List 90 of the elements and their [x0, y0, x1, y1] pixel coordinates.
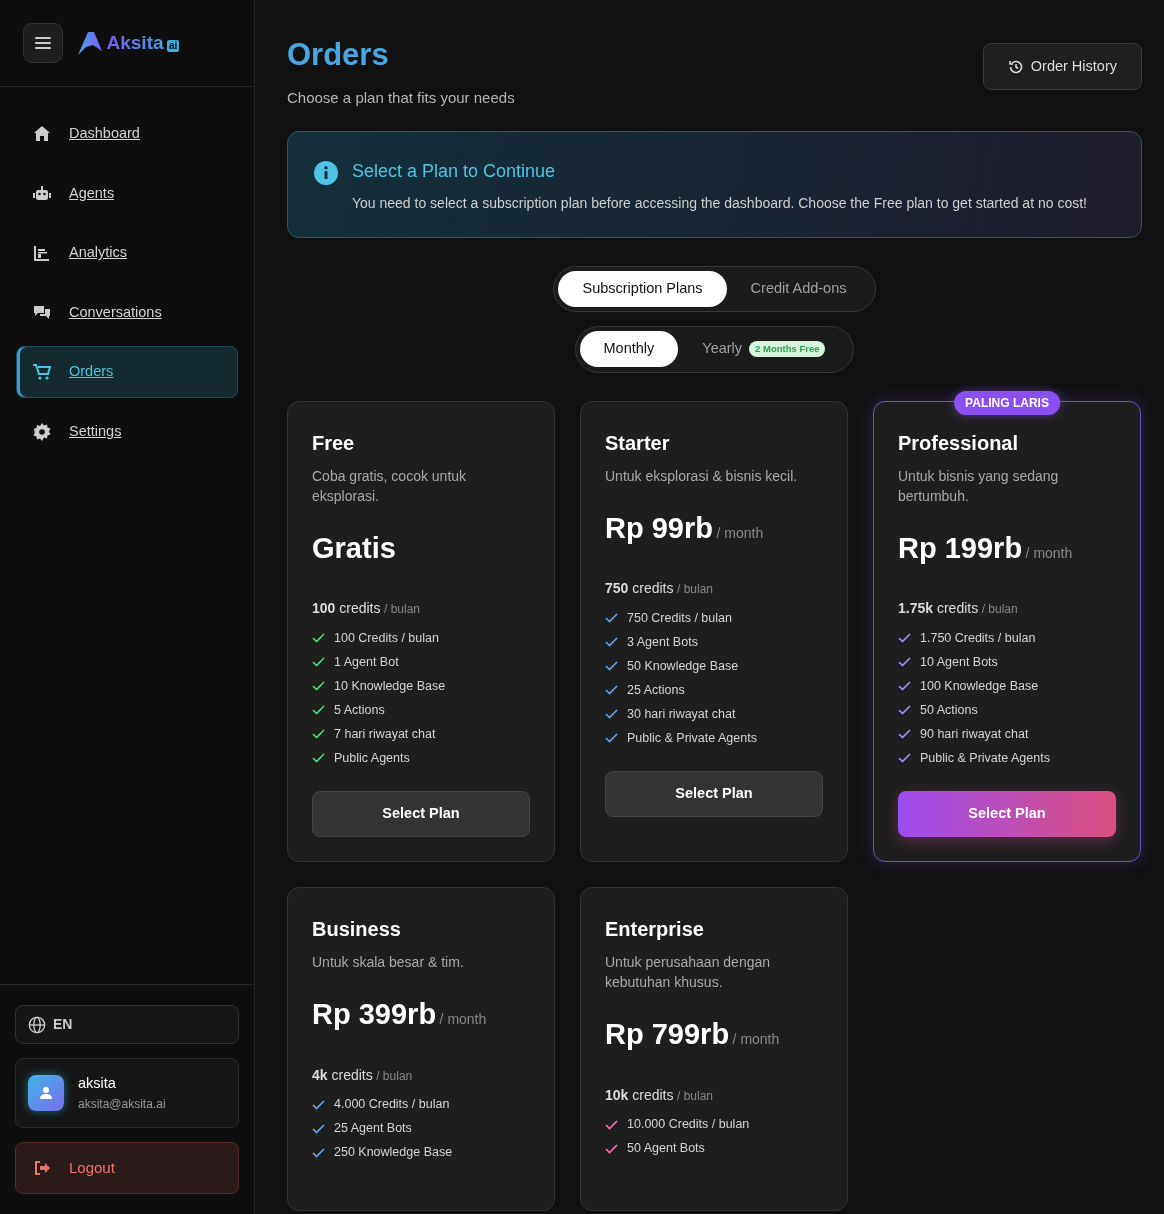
logo-icon [77, 31, 103, 55]
page-title: Orders [287, 36, 390, 74]
feature-text: 25 Actions [627, 681, 685, 699]
robot-icon [33, 184, 51, 203]
credits-period: / bulan [677, 581, 713, 599]
plan-price: Rp 99rb [605, 510, 713, 546]
nav-item[interactable]: Orders [16, 346, 238, 398]
feature-text: 50 Actions [920, 701, 978, 719]
discount-badge: 2 Months Free [749, 340, 826, 357]
logout-icon [34, 1161, 51, 1175]
plan-name: Professional [898, 430, 1020, 456]
feature-text: 4.000 Credits / bulan [334, 1096, 450, 1114]
billing-toggle[interactable]: Monthly [579, 330, 679, 367]
popular-badge: PALING LARIS [954, 390, 1060, 415]
plan-price: Rp 399rb [312, 997, 437, 1033]
feature-text: 10 Agent Bots [920, 653, 998, 671]
feature-text: 50 Agent Bots [627, 1140, 705, 1158]
credits-amount: 1.75k credits [898, 599, 979, 619]
user-name: aksita [78, 1074, 117, 1094]
feature-text: 10.000 Credits / bulan [627, 1116, 750, 1134]
info-icon [314, 160, 338, 185]
feature-text: 7 hari riwayat chat [334, 725, 436, 743]
plan-name: Free [312, 430, 356, 456]
credits-amount: 100 credits [312, 599, 381, 619]
credits-period: / bulan [384, 601, 420, 619]
language-selector[interactable]: EN [15, 1005, 239, 1045]
feature-text: 5 Actions [334, 701, 385, 719]
select-plan-button[interactable]: Select Plan [898, 791, 1116, 838]
plan-price: Gratis [312, 530, 396, 566]
feature-text: 1 Agent Bot [334, 653, 399, 671]
nav-item[interactable]: Agents [16, 167, 238, 220]
feature-text: 250 Knowledge Base [334, 1144, 453, 1162]
cart-icon [33, 363, 51, 381]
feature-text: 30 hari riwayat chat [627, 705, 736, 723]
logout-button[interactable]: Logout [15, 1142, 239, 1194]
plan-description: Untuk perusahaan dengan kebutuhan khusus. [605, 953, 772, 993]
price-period: / month [1025, 543, 1073, 563]
plan-description: Untuk skala besar & tim. [312, 953, 465, 973]
feature-text: 90 hari riwayat chat [920, 725, 1029, 743]
feature-text: 50 Knowledge Base [627, 657, 739, 675]
nav-item[interactable]: Analytics [16, 227, 238, 279]
select-plan-button[interactable]: Select Plan [605, 771, 823, 818]
plan-description: Coba gratis, cocok untuk eksplorasi. [312, 466, 468, 506]
price-period: / month [716, 523, 764, 543]
feature-text: 10 Knowledge Base [334, 677, 446, 695]
plan-name: Starter [605, 430, 671, 456]
credits-period: / bulan [376, 1067, 413, 1085]
plan-name: Business [312, 917, 402, 943]
plan-description: Untuk bisnis yang sedang bertumbuh. [898, 466, 1060, 506]
tab[interactable]: Credit Add-ons [726, 270, 871, 307]
menu-icon [35, 36, 51, 50]
menu-button[interactable] [23, 23, 63, 63]
globe-icon [28, 1015, 46, 1034]
feature-text: 100 Credits / bulan [334, 629, 439, 647]
nav-item[interactable]: Dashboard [16, 108, 238, 160]
feature-text: Public & Private Agents [920, 749, 1050, 767]
nav-item[interactable]: Settings [16, 405, 238, 458]
plan-price: Rp 799rb [605, 1017, 730, 1053]
order-history-button[interactable]: Order History [982, 43, 1142, 90]
credits-period: / bulan [981, 601, 1018, 619]
user-email: aksita@aksita.ai [78, 1096, 166, 1113]
feature-text: 750 Credits / bulan [627, 609, 732, 627]
price-period: / month [732, 1030, 780, 1050]
billing-toggle[interactable]: Yearly 2 Months Free [678, 330, 850, 367]
plan-price: Rp 199rb [898, 530, 1023, 566]
alert-text: You need to select a subscription plan before accessing the dashboard. Choose the Free plan to get started at no cost! [352, 193, 1087, 213]
chart-icon [33, 244, 51, 262]
feature-text: 3 Agent Bots [627, 633, 698, 651]
feature-text: 1.750 Credits / bulan [920, 629, 1036, 647]
credits-amount: 4k credits [312, 1065, 373, 1085]
credits-period: / bulan [677, 1087, 713, 1105]
avatar-icon [28, 1075, 64, 1112]
credits-amount: 750 credits [605, 579, 674, 599]
select-plan-button[interactable]: Select Plan [312, 791, 530, 838]
feature-text: 100 Knowledge Base [920, 677, 1039, 695]
home-icon [33, 125, 51, 143]
feature-text: 25 Agent Bots [334, 1120, 412, 1138]
feature-text: Public Agents [334, 749, 410, 767]
plan-description: Untuk eksplorasi & bisnis kecil. [605, 466, 799, 486]
price-period: / month [439, 1010, 487, 1030]
nav-item[interactable]: Conversations [16, 286, 238, 339]
plan-name: Enterprise [605, 917, 705, 943]
history-icon [1007, 58, 1024, 75]
gear-icon [33, 422, 51, 441]
credits-amount: 10k credits [605, 1085, 674, 1105]
alert-title: Select a Plan to Continue [352, 159, 557, 183]
feature-text: Public & Private Agents [627, 729, 757, 747]
brand-suffix: ai [167, 40, 180, 52]
page-subtitle: Choose a plan that fits your needs [287, 88, 515, 109]
tab[interactable]: Subscription Plans [558, 270, 727, 307]
